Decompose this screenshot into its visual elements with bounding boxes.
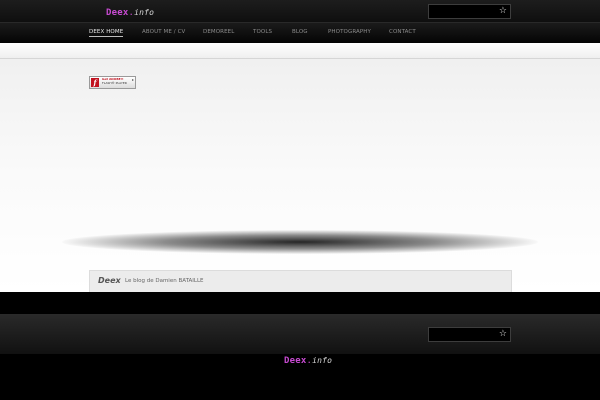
flash-logo-icon: f (91, 78, 99, 87)
nav-item-tools[interactable]: TOOLS (253, 29, 272, 35)
chevron-right-icon: ▸ (131, 77, 134, 82)
nav-item-about-me-cv[interactable]: ABOUT ME / CV (142, 29, 185, 35)
star-icon[interactable]: ☆ (499, 328, 507, 341)
content-top-band (0, 43, 600, 59)
card-title[interactable]: Deex (98, 276, 121, 285)
nav-item-photography[interactable]: PHOTOGRAPHY (328, 29, 371, 35)
card-subtitle: Le blog de Damien BATAILLE (125, 278, 204, 284)
search-box: ☆ (428, 4, 511, 19)
blog-footer-card: Deex Le blog de Damien BATAILLE (89, 270, 512, 292)
flash-badge-text: Get ADOBE® FLASH® PLAYER (102, 77, 127, 85)
main-content (0, 59, 600, 292)
stage-shadow (62, 230, 538, 254)
bottom-search-input[interactable] (431, 329, 497, 340)
nav-item-demoreel[interactable]: DEMOREEL (203, 29, 234, 35)
logo-brand: Deex (106, 8, 129, 18)
bottom-search-box: ☆ (428, 327, 511, 342)
nav-item-blog[interactable]: BLOG (292, 29, 308, 35)
site-logo[interactable]: Deex.info (106, 8, 154, 18)
logo-tld: info (312, 356, 333, 365)
logo-tld: info (134, 8, 155, 17)
footer-gap (0, 292, 600, 314)
logo-brand: Deex (284, 356, 307, 366)
nav-item-deex-home[interactable]: DEEX HOME (89, 29, 124, 37)
footer-logo[interactable]: Deex.info (284, 356, 332, 366)
nav-item-contact[interactable]: CONTACT (389, 29, 416, 35)
star-icon[interactable]: ☆ (499, 5, 507, 18)
get-flash-player-button[interactable]: f Get ADOBE® FLASH® PLAYER ▸ (89, 76, 136, 89)
search-input[interactable] (431, 6, 497, 17)
main-nav: DEEX HOME ABOUT ME / CV DEMOREEL TOOLS B… (0, 22, 600, 43)
top-header: Deex.info ☆ (0, 0, 600, 22)
